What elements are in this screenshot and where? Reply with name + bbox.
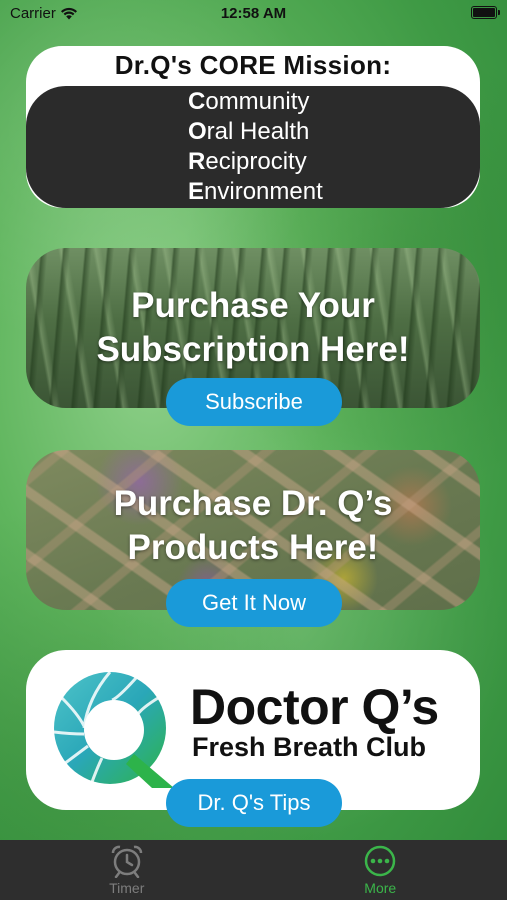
tab-timer-label: Timer — [109, 880, 145, 896]
dr-q-tips-button[interactable]: Dr. Q's Tips — [166, 779, 342, 827]
brand-logo-icon — [53, 671, 174, 788]
mission-item-oral-health: Oral Health — [188, 118, 310, 145]
status-bar: Carrier 12:58 AM — [0, 0, 507, 28]
mission-list: Community Oral Health Reciprocity Enviro… — [26, 86, 480, 208]
subscription-banner-heading: Purchase Your Subscription Here! — [96, 286, 410, 369]
mission-title: Dr.Q's CORE Mission: — [114, 50, 392, 80]
mission-item-reciprocity: Reciprocity — [188, 148, 307, 175]
status-time: 12:58 AM — [220, 5, 287, 22]
tab-more-label: More — [364, 880, 397, 896]
brand-subtitle: Fresh Breath Club — [192, 732, 427, 762]
tab-more[interactable]: More — [254, 840, 507, 900]
alarm-clock-icon — [111, 845, 143, 878]
subscribe-button[interactable]: Subscribe — [166, 378, 342, 426]
more-circle-icon — [365, 845, 396, 877]
mission-item-environment: Environment — [188, 178, 323, 205]
brand-title: Doctor Q’s — [190, 679, 439, 735]
core-mission-card: Dr.Q's CORE Mission: Community Oral Heal… — [26, 46, 480, 208]
battery-icon — [471, 6, 500, 19]
get-it-now-button[interactable]: Get It Now — [166, 579, 342, 627]
tab-timer[interactable]: Timer — [0, 840, 254, 900]
products-banner-heading: Purchase Dr. Q’s Products Here! — [113, 484, 393, 567]
mission-item-community: Community — [188, 88, 310, 115]
tab-bar: Timer More — [0, 840, 507, 900]
